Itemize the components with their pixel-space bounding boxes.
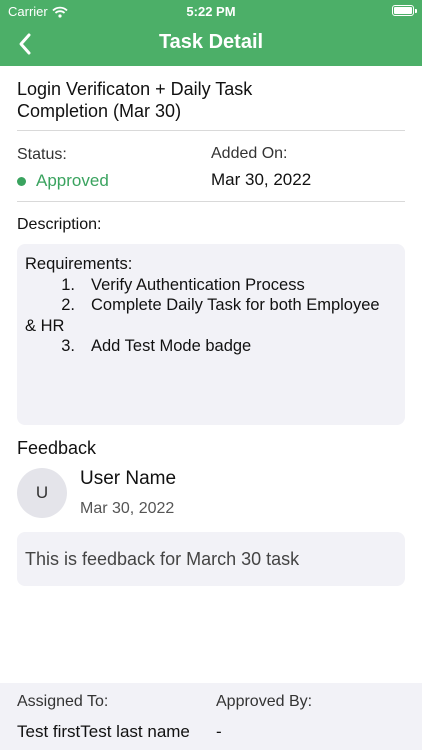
status-label: Status:: [17, 146, 67, 163]
status-bar: Carrier 5:22 PM: [0, 0, 422, 22]
list-item-number: 3.: [61, 337, 75, 355]
requirements-intro: Requirements:: [25, 255, 133, 273]
header-bar: Carrier 5:22 PM Task Detail: [0, 0, 422, 66]
list-item: 1. Verify Authentication Process: [25, 275, 397, 296]
feedback-message-box: This is feedback for March 30 task: [17, 532, 405, 586]
task-title: Login Verificaton + Daily Task Completio…: [17, 79, 253, 121]
list-item: 2. Complete Daily Task for both Employee: [25, 295, 397, 316]
assigned-to-label: Assigned To:: [17, 693, 109, 710]
navigation-bar: Task Detail: [0, 22, 422, 66]
list-item-number: 2.: [61, 296, 75, 314]
divider: [17, 130, 405, 131]
description-label: Description:: [17, 216, 102, 233]
list-item-text: Verify Authentication Process: [91, 275, 305, 294]
list-item-text: Add Test Mode badge: [91, 337, 252, 355]
battery-icon: [392, 5, 417, 16]
approved-by-label: Approved By:: [216, 693, 313, 710]
feedback-label: Feedback: [17, 438, 97, 458]
feedback-message: This is feedback for March 30 task: [25, 548, 300, 569]
page-title: Task Detail: [158, 31, 264, 53]
approved-by-value: -: [216, 722, 222, 741]
avatar: U: [17, 468, 67, 518]
list-item: 3. Add Test Mode badge: [25, 336, 397, 357]
added-on-value: Mar 30, 2022: [211, 170, 312, 189]
assigned-to-value: Test firstTest last name: [17, 722, 190, 741]
status-value: Approved: [36, 171, 109, 190]
clock: 5:22 PM: [186, 4, 236, 19]
added-on-label: Added On:: [211, 145, 288, 162]
list-item-number: 1.: [61, 275, 75, 294]
description-box: Requirements: 1. Verify Authentication P…: [17, 244, 405, 425]
list-item-continuation: & HR: [25, 316, 65, 335]
footer-panel: Assigned To: Test firstTest last name Ap…: [0, 683, 422, 750]
status-dot-icon: [17, 176, 26, 186]
status-badge: Approved: [17, 171, 109, 191]
feedback-date: Mar 30, 2022: [80, 500, 175, 517]
divider: [17, 201, 405, 202]
list-item-text: Complete Daily Task for both Employee: [91, 296, 380, 314]
feedback-user-name: User Name: [80, 468, 177, 489]
